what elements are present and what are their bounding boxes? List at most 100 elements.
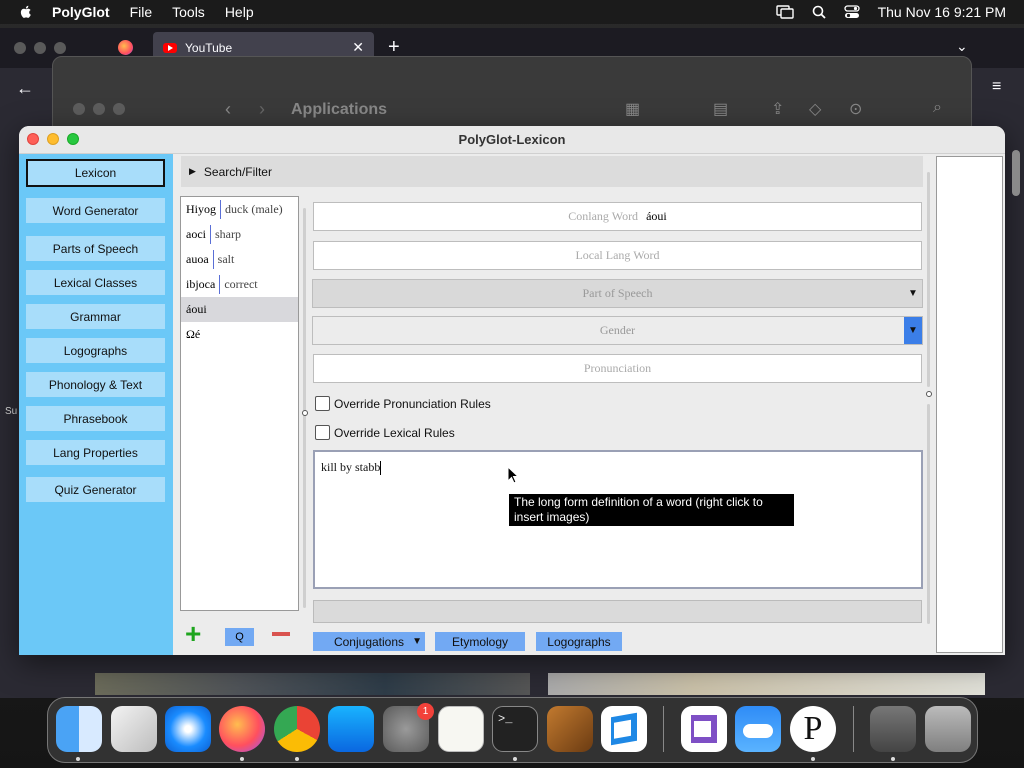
search-icon[interactable] (812, 5, 826, 19)
conlang-word: Ωé (186, 327, 201, 341)
override-pronunciation-checkbox[interactable]: Override Pronunciation Rules (315, 396, 491, 411)
list-tabs-icon[interactable]: ⌄ (956, 38, 968, 55)
conlang-word: aoci (186, 227, 206, 241)
preview-icon[interactable] (870, 706, 916, 752)
visual-studio-icon[interactable] (681, 706, 727, 752)
list-item[interactable]: auoa salt (181, 247, 298, 272)
trash-icon[interactable] (925, 706, 971, 752)
tag-icon[interactable]: ◇ (809, 99, 821, 119)
sidebar-item-lexicon[interactable]: Lexicon (26, 159, 165, 187)
page-text-fragment: Su (5, 406, 18, 417)
app-store-icon[interactable] (328, 706, 374, 752)
apple-icon[interactable] (18, 4, 34, 20)
firefox-view-icon[interactable] (118, 40, 133, 55)
title-bar[interactable]: PolyGlot-Lexicon (19, 126, 1005, 154)
group-icon[interactable]: ▤ (713, 99, 728, 119)
gender-dropdown[interactable]: Gender ▼ (312, 316, 923, 345)
app-menu-icon[interactable]: ≡ (992, 78, 1001, 96)
more-icon[interactable]: ⊙ (849, 99, 862, 119)
dropdown-arrow-icon: ▼ (412, 636, 422, 647)
list-item[interactable]: ibjoca correct (181, 272, 298, 297)
screen-mirroring-icon[interactable] (775, 5, 794, 19)
menu-file[interactable]: File (130, 4, 153, 20)
sidebar-item-lang-properties[interactable]: Lang Properties (26, 440, 165, 465)
image-panel (936, 156, 1003, 653)
sidebar-item-lexical-classes[interactable]: Lexical Classes (26, 270, 165, 295)
menu-help[interactable]: Help (225, 4, 254, 20)
form-scrollbar[interactable] (927, 172, 930, 387)
add-word-button[interactable]: + (185, 620, 201, 648)
control-center-icon[interactable] (843, 5, 860, 19)
part-of-speech-placeholder: Part of Speech (582, 286, 653, 300)
running-indicator (513, 757, 517, 761)
gender-placeholder: Gender (599, 323, 636, 337)
weather-icon[interactable] (735, 706, 781, 752)
polyglot-icon[interactable]: P (790, 706, 836, 752)
search-filter-toggle[interactable]: ▶ Search/Filter (181, 156, 923, 187)
override-lexical-checkbox[interactable]: Override Lexical Rules (315, 425, 455, 440)
list-item[interactable]: aoci sharp (181, 222, 298, 247)
sidebar-item-logographs[interactable]: Logographs (26, 338, 165, 363)
conlang-word-label: Conlang Word (568, 209, 639, 223)
chrome-icon[interactable] (274, 706, 320, 752)
list-item[interactable]: Hiyog duck (male) (181, 197, 298, 222)
sidebar-item-parts-of-speech[interactable]: Parts of Speech (26, 236, 165, 261)
local-word-field[interactable]: Local Lang Word (313, 241, 922, 270)
textedit-icon[interactable] (438, 706, 484, 752)
sidebar-item-phrasebook[interactable]: Phrasebook (26, 406, 165, 431)
youtube-icon (163, 43, 177, 53)
forward-icon[interactable]: › (259, 99, 265, 120)
sidebar-item-word-generator[interactable]: Word Generator (26, 198, 165, 223)
firefox-icon[interactable] (219, 706, 265, 752)
split-handle[interactable] (926, 391, 932, 397)
search-icon[interactable]: ⌕ (933, 99, 942, 117)
conlang-word-field[interactable]: Conlang Word áoui (313, 202, 922, 231)
back-icon[interactable]: ← (16, 78, 34, 99)
zoom-window-dot[interactable] (113, 103, 125, 115)
vscode-icon[interactable] (601, 706, 647, 752)
close-tab-icon[interactable]: ✕ (352, 39, 364, 56)
launchpad-icon[interactable] (111, 706, 157, 752)
split-handle[interactable] (302, 410, 308, 416)
youtube-thumbnail[interactable] (95, 673, 530, 695)
garageband-icon[interactable] (547, 706, 593, 752)
sidebar-item-quiz-generator[interactable]: Quiz Generator (26, 477, 165, 502)
terminal-icon[interactable]: >_ (492, 706, 538, 752)
back-icon[interactable]: ‹ (225, 99, 231, 120)
page-scrollbar[interactable] (1012, 150, 1020, 196)
checkbox-label: Override Pronunciation Rules (334, 396, 491, 411)
local-word: duck (male) (225, 202, 283, 216)
part-of-speech-dropdown[interactable]: Part of Speech ▼ (312, 279, 923, 308)
view-grid-icon[interactable]: ▦ (625, 99, 640, 119)
checkbox-box (315, 396, 330, 411)
zoom-window-dot[interactable] (54, 42, 66, 54)
list-item-selected[interactable]: áoui (181, 297, 298, 322)
minimize-window-dot[interactable] (93, 103, 105, 115)
list-scrollbar[interactable] (303, 208, 306, 608)
sidebar-item-grammar[interactable]: Grammar (26, 304, 165, 329)
checkbox-label: Override Lexical Rules (334, 425, 455, 440)
pronunciation-field[interactable]: Pronunciation (313, 354, 922, 383)
conjugations-button[interactable]: Conjugations ▼ (313, 632, 425, 651)
filter-button[interactable]: Q (225, 628, 254, 646)
delete-word-button[interactable] (272, 632, 290, 636)
finder-icon[interactable] (56, 706, 102, 752)
minimize-window-dot[interactable] (34, 42, 46, 54)
etymology-button[interactable]: Etymology (435, 632, 525, 651)
conlang-word-value: áoui (646, 209, 667, 223)
form-scrollbar[interactable] (927, 404, 930, 624)
logographs-button[interactable]: Logographs (536, 632, 622, 651)
youtube-thumbnail[interactable] (548, 673, 985, 695)
close-window-dot[interactable] (14, 42, 26, 54)
share-icon[interactable]: ⇪ (771, 99, 784, 119)
clock[interactable]: Thu Nov 16 9:21 PM (878, 4, 1006, 20)
sidebar-item-phonology-text[interactable]: Phonology & Text (26, 372, 165, 397)
safari-icon[interactable] (165, 706, 211, 752)
list-item[interactable]: Ωé (181, 322, 298, 347)
window-title: PolyGlot-Lexicon (458, 132, 566, 147)
running-indicator (240, 757, 244, 761)
close-window-dot[interactable] (73, 103, 85, 115)
checkbox-box (315, 425, 330, 440)
menu-app-name[interactable]: PolyGlot (52, 4, 110, 20)
menu-tools[interactable]: Tools (172, 4, 205, 20)
